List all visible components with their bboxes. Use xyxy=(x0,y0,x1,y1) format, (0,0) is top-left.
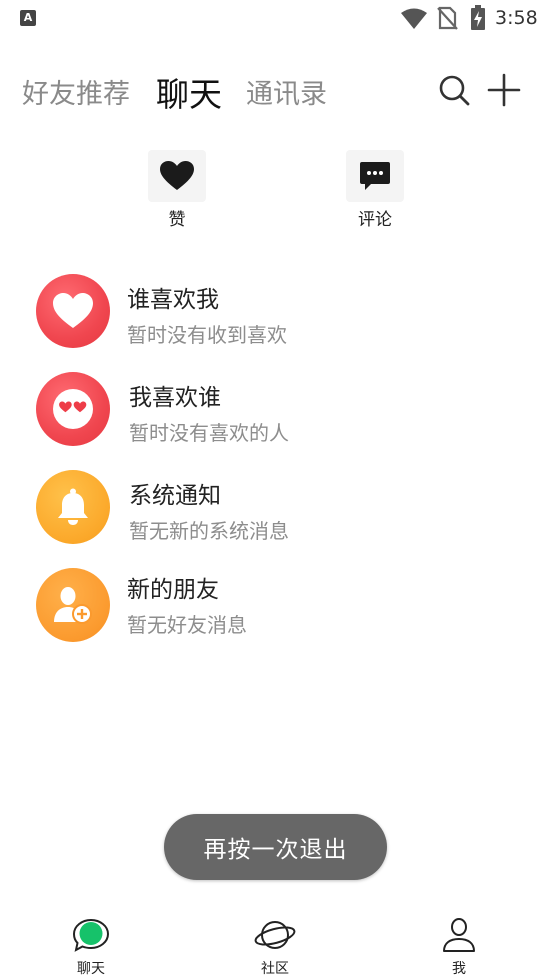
list-item-who-likes-me[interactable]: 谁喜欢我 暂时没有收到喜欢 xyxy=(0,266,551,364)
item-title: 新的朋友 xyxy=(127,577,219,603)
item-title: 我喜欢谁 xyxy=(129,385,221,411)
item-subtitle: 暂时没有喜欢的人 xyxy=(129,421,289,445)
nav-item-chat[interactable]: 聊天 xyxy=(51,916,131,978)
bell-icon xyxy=(58,488,88,525)
search-button[interactable] xyxy=(434,70,474,110)
item-title: 谁喜欢我 xyxy=(127,287,219,313)
item-subtitle: 暂无好友消息 xyxy=(127,613,247,637)
chat-bubble-icon xyxy=(72,918,110,952)
nav-item-me[interactable]: 我 xyxy=(419,916,499,978)
like-button[interactable]: 赞 xyxy=(147,150,207,230)
clock: 3:58 xyxy=(495,7,538,29)
nav-label: 聊天 xyxy=(77,961,105,977)
search-icon xyxy=(439,75,470,106)
add-button[interactable] xyxy=(484,70,524,110)
comment-button[interactable]: 评论 xyxy=(345,150,405,230)
heart-eyes-face-icon xyxy=(53,389,93,429)
user-icon xyxy=(443,918,475,952)
bottom-nav: 聊天 社区 我 xyxy=(0,910,551,979)
who-likes-me-avatar xyxy=(36,274,110,348)
list-item-new-friends[interactable]: 新的朋友 暂无好友消息 xyxy=(0,560,551,658)
tab-friend-recommend[interactable]: 好友推荐 xyxy=(22,72,130,111)
message-list: 谁喜欢我 暂时没有收到喜欢 我喜欢谁 暂时没有喜欢的人 系统通知 暂无新的系统消… xyxy=(0,266,551,658)
new-friends-avatar xyxy=(36,568,110,642)
tab-contacts[interactable]: 通讯录 xyxy=(246,72,327,111)
like-label: 赞 xyxy=(168,210,186,230)
status-bar: A 3:58 xyxy=(0,0,551,40)
item-subtitle: 暂时没有收到喜欢 xyxy=(127,323,287,347)
item-title: 系统通知 xyxy=(129,483,221,509)
like-icon-box xyxy=(148,150,206,202)
i-like-who-avatar xyxy=(36,372,110,446)
comment-icon xyxy=(360,162,390,190)
comment-icon-box xyxy=(346,150,404,202)
list-item-system-notice[interactable]: 系统通知 暂无新的系统消息 xyxy=(0,462,551,560)
heart-icon xyxy=(160,161,194,190)
comment-label: 评论 xyxy=(358,210,392,230)
list-item-i-like-who[interactable]: 我喜欢谁 暂时没有喜欢的人 xyxy=(0,364,551,462)
wifi-icon xyxy=(401,8,427,29)
app-notification-icon: A xyxy=(20,10,36,26)
tab-chat[interactable]: 聊天 xyxy=(156,68,222,116)
add-friend-icon xyxy=(54,587,92,624)
no-sim-icon xyxy=(437,6,458,30)
exit-toast: 再按一次退出 xyxy=(164,814,387,880)
nav-label: 我 xyxy=(452,961,466,977)
nav-item-community[interactable]: 社区 xyxy=(235,916,315,978)
item-subtitle: 暂无新的系统消息 xyxy=(129,519,289,543)
nav-label: 社区 xyxy=(261,961,289,977)
plus-icon xyxy=(487,73,521,107)
system-notice-avatar xyxy=(36,470,110,544)
battery-charging-icon xyxy=(471,5,485,30)
planet-icon xyxy=(254,921,296,949)
heart-icon xyxy=(53,293,93,328)
top-tab-bar: 好友推荐 聊天 通讯录 xyxy=(0,62,551,122)
